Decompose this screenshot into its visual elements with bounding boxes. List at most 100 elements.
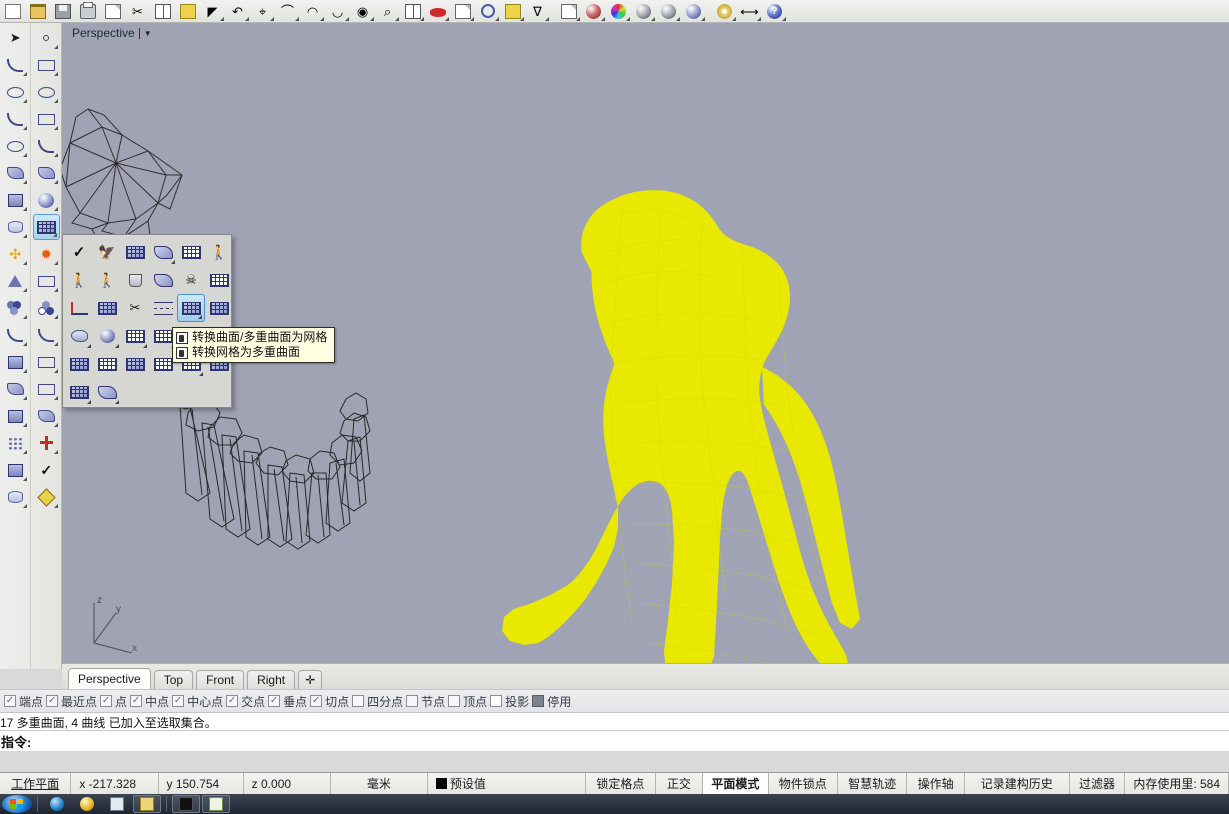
osnap-mid[interactable]: ✓中点 (130, 693, 169, 710)
tool-rectangle[interactable] (33, 106, 60, 132)
tool-trim[interactable] (2, 268, 29, 294)
tool-curve[interactable] (2, 106, 29, 132)
tool-select-arrow[interactable]: ➤ (2, 25, 29, 51)
taskbar-calculator[interactable] (103, 795, 131, 813)
tool-text[interactable] (2, 484, 29, 510)
tab-perspective[interactable]: Perspective (68, 668, 151, 689)
tool-cage-edit[interactable] (33, 403, 60, 429)
checkbox-icon[interactable]: ✓ (268, 695, 280, 707)
tool-split[interactable] (33, 268, 60, 294)
status-toggle-planar[interactable]: 平面模式 (703, 773, 768, 794)
new-file-button[interactable] (0, 0, 25, 22)
status-cplane[interactable]: 工作平面 (0, 773, 71, 794)
osnap-point[interactable]: ✓点 (100, 693, 127, 710)
mesh-swap-edge-button[interactable] (149, 294, 177, 322)
tab-right[interactable]: Right (247, 670, 295, 689)
rotate-view-button[interactable] (475, 0, 500, 22)
osnap-quadrant[interactable]: 四分点 (352, 693, 403, 710)
chevron-down-icon[interactable]: ▼ (144, 29, 152, 38)
mesh-from-points-button[interactable] (121, 238, 149, 266)
mesh-fill-hole-button[interactable] (121, 266, 149, 294)
tool-dimension[interactable] (2, 457, 29, 483)
render-shield-button[interactable] (581, 0, 606, 22)
status-toggle-ortho[interactable]: 正交 (656, 773, 704, 794)
tool-render-color[interactable] (33, 484, 60, 510)
mesh-unweld-button[interactable]: 🚶 (65, 266, 93, 294)
save-file-button[interactable] (50, 0, 75, 22)
tool-extrude[interactable] (2, 349, 29, 375)
tool-ellipse[interactable] (33, 79, 60, 105)
point-edit-button[interactable]: ⌒ (275, 0, 300, 22)
check-mesh-button[interactable]: ✓ (65, 238, 93, 266)
mesh-extrude-button[interactable] (65, 350, 93, 378)
taskbar-app[interactable] (202, 795, 230, 813)
tool-boolean-union[interactable] (33, 295, 60, 321)
osnap-disable[interactable]: 停用 (532, 693, 571, 710)
checkbox-icon[interactable] (406, 695, 418, 707)
tool-polygon[interactable] (2, 133, 29, 159)
status-toggle-grid-snap[interactable]: 锁定格点 (586, 773, 655, 794)
tool-mesh-from-nurbs[interactable] (2, 430, 29, 456)
checkbox-icon[interactable]: ✓ (46, 695, 58, 707)
copy-page-button[interactable] (100, 0, 125, 22)
curve-tools-button[interactable]: ◠ (300, 0, 325, 22)
osnap-vertex[interactable]: 顶点 (448, 693, 487, 710)
tool-check[interactable]: ✓ (33, 457, 60, 483)
surface-tools-button[interactable]: ◡ (325, 0, 350, 22)
light-tools-button[interactable]: ◉ (350, 0, 375, 22)
disable-toggle-icon[interactable] (532, 695, 544, 707)
undo-button[interactable]: ◤ (200, 0, 225, 22)
tool-blend-circles[interactable] (2, 295, 29, 321)
layer-tools-button[interactable] (450, 0, 475, 22)
rendered-view-button[interactable] (681, 0, 706, 22)
tool-scale[interactable] (33, 376, 60, 402)
osnap-tangent[interactable]: ✓切点 (310, 693, 349, 710)
tab-front[interactable]: Front (196, 670, 244, 689)
mesh-weld-button[interactable]: 🚶 (93, 266, 121, 294)
command-line[interactable]: 指令: (0, 731, 1229, 751)
mesh-weld-person-button[interactable]: 🚶 (205, 238, 233, 266)
mesh-paint-button[interactable] (149, 238, 177, 266)
tool-polyline[interactable] (2, 52, 29, 78)
open-file-button[interactable] (25, 0, 50, 22)
mesh-duplicate-button[interactable] (65, 378, 93, 406)
named-cplane-button[interactable] (500, 0, 525, 22)
status-toggle-osnap[interactable]: 物件锁点 (769, 773, 838, 794)
start-button[interactable] (2, 795, 32, 813)
checkbox-icon[interactable] (448, 695, 460, 707)
mesh-repair-button[interactable]: 🦅 (93, 238, 121, 266)
status-toggle-filter[interactable]: 过滤器 (1070, 773, 1126, 794)
osnap-project[interactable]: 投影 (490, 693, 529, 710)
status-toggle-smarttrack[interactable]: 智慧轨迹 (838, 773, 907, 794)
mesh-patch-button[interactable] (93, 350, 121, 378)
copy-button[interactable] (150, 0, 175, 22)
checkbox-icon[interactable] (490, 695, 502, 707)
checkbox-icon[interactable]: ✓ (130, 695, 142, 707)
tool-array[interactable] (2, 376, 29, 402)
redo-button[interactable]: ↶ (225, 0, 250, 22)
mesh-quad-remesh-button[interactable] (177, 238, 205, 266)
tool-mesh-tools[interactable] (33, 214, 60, 240)
checkbox-icon[interactable] (352, 695, 364, 707)
taskbar-file-explorer[interactable] (133, 795, 161, 813)
mesh-split-face-button[interactable]: ✂ (121, 294, 149, 322)
tool-loft-surface[interactable] (33, 160, 60, 186)
osnap-perpendicular[interactable]: ✓垂点 (268, 693, 307, 710)
tab-add-viewport[interactable]: ✛ (298, 670, 322, 689)
checkbox-icon[interactable]: ✓ (226, 695, 238, 707)
osnap-near[interactable]: ✓最近点 (46, 693, 97, 710)
options-button[interactable] (712, 0, 737, 22)
command-input[interactable] (31, 733, 1229, 749)
analyze-tools-button[interactable]: ∇ (525, 0, 550, 22)
mesh-join-button[interactable] (121, 350, 149, 378)
tool-transform[interactable] (33, 349, 60, 375)
tab-top[interactable]: Top (154, 670, 193, 689)
mesh-boolean-button[interactable] (93, 322, 121, 350)
tool-circle[interactable] (2, 79, 29, 105)
mesh-add-face-button[interactable] (149, 266, 177, 294)
tool-cylinder[interactable] (2, 214, 29, 240)
notes-button[interactable] (556, 0, 581, 22)
osnap-end[interactable]: ✓端点 (4, 693, 43, 710)
viewport-title[interactable]: Perspective ▼ (72, 26, 152, 40)
osnap-center[interactable]: ✓中心点 (172, 693, 223, 710)
